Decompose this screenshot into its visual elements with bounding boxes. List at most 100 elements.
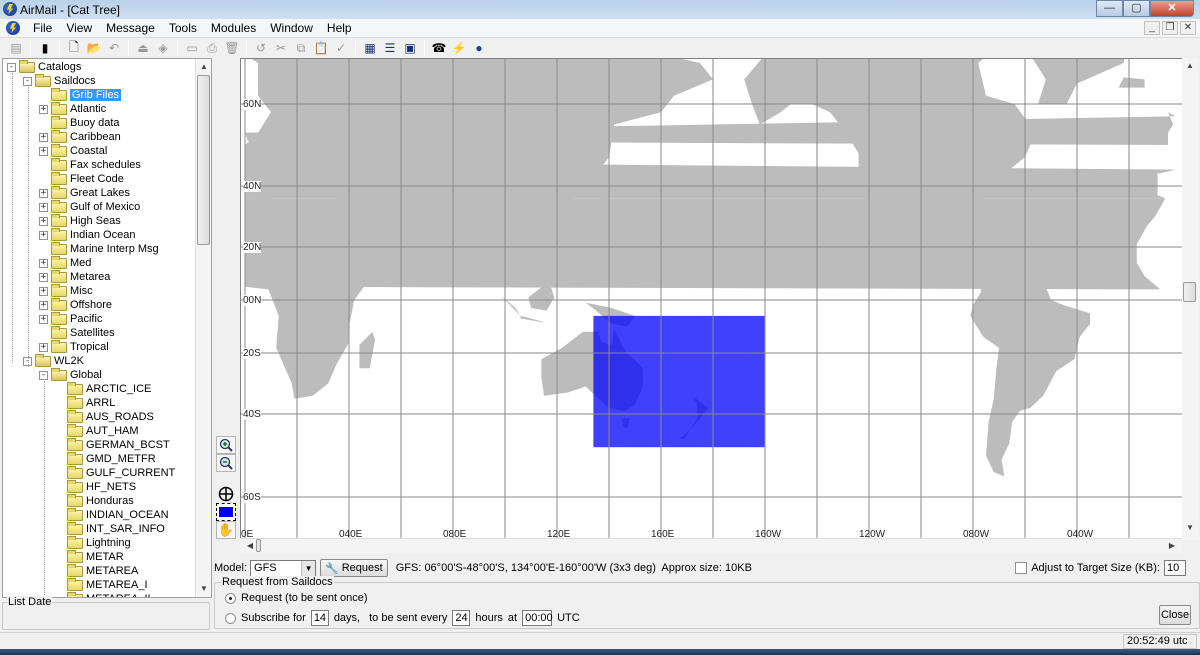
minimize-button[interactable]: — bbox=[1096, 0, 1123, 17]
zoom-out-icon[interactable] bbox=[216, 454, 236, 472]
tree-item[interactable]: + Metarea bbox=[39, 269, 110, 284]
adjust-target-size-checkbox[interactable] bbox=[1015, 562, 1028, 574]
map-scroll-right-icon[interactable]: ▶ bbox=[1164, 538, 1180, 554]
expand-icon[interactable]: + bbox=[39, 188, 48, 198]
map-hscroll-thumb[interactable] bbox=[256, 539, 261, 552]
tree-item[interactable]: + High Seas bbox=[39, 213, 121, 228]
every-hours-input[interactable]: 24 bbox=[452, 610, 471, 626]
tree-item[interactable]: Honduras bbox=[67, 493, 134, 508]
subscribe-radio[interactable] bbox=[225, 612, 236, 624]
expand-icon[interactable]: + bbox=[39, 258, 48, 268]
zoom-in-icon[interactable] bbox=[216, 436, 236, 454]
tree-item[interactable]: + Misc bbox=[39, 283, 93, 298]
tree-item[interactable]: + Gulf of Mexico bbox=[39, 199, 140, 214]
tree-item[interactable]: METAR bbox=[67, 549, 124, 564]
tree-item[interactable]: - Saildocs bbox=[23, 73, 96, 88]
scroll-up-arrow-icon[interactable]: ▲ bbox=[196, 59, 211, 75]
tree-item[interactable]: Buoy data bbox=[51, 115, 120, 130]
menu-view[interactable]: View bbox=[59, 19, 99, 37]
cut-icon[interactable]: ✂ bbox=[271, 39, 291, 57]
mdi-close-button[interactable]: ✕ bbox=[1180, 21, 1196, 35]
menu-help[interactable]: Help bbox=[320, 19, 359, 37]
expand-icon[interactable]: + bbox=[39, 202, 48, 212]
mdi-restore-button[interactable]: ❐ bbox=[1162, 21, 1178, 35]
paste-icon[interactable]: 📋 bbox=[311, 39, 331, 57]
open-folder-icon[interactable]: 📂 bbox=[84, 39, 104, 57]
tree-item[interactable]: + Offshore bbox=[39, 297, 112, 312]
tree-item[interactable]: INDIAN_OCEAN bbox=[67, 507, 169, 522]
tree-item[interactable]: GULF_CURRENT bbox=[67, 465, 175, 480]
tree-item[interactable]: AUT_HAM bbox=[67, 423, 139, 438]
menu-window[interactable]: Window bbox=[263, 19, 320, 37]
new-message-icon[interactable]: 🗋 bbox=[64, 39, 84, 57]
tree-item[interactable]: Satellites bbox=[51, 325, 115, 340]
stamp-icon[interactable]: ⏏ bbox=[133, 39, 153, 57]
at-time-input[interactable]: 00:00 bbox=[522, 610, 553, 626]
tree-item[interactable]: + Indian Ocean bbox=[39, 227, 135, 242]
list-icon[interactable]: ☰ bbox=[380, 39, 400, 57]
spellcheck-icon[interactable]: ✓ bbox=[331, 39, 351, 57]
map-canvas[interactable] bbox=[241, 59, 1182, 540]
collapse-icon[interactable]: - bbox=[39, 370, 48, 380]
tree-item[interactable]: + Great Lakes bbox=[39, 185, 130, 200]
expand-icon[interactable]: + bbox=[39, 104, 48, 114]
expand-icon[interactable]: + bbox=[39, 132, 48, 142]
collapse-icon[interactable]: - bbox=[23, 76, 32, 86]
tree-item[interactable]: - Catalogs bbox=[7, 59, 81, 74]
file-cabinet-icon[interactable]: ▭ bbox=[182, 39, 202, 57]
pan-hand-icon[interactable]: ✋ bbox=[216, 521, 236, 539]
expand-icon[interactable]: + bbox=[39, 286, 48, 296]
print-icon[interactable]: ⎙ bbox=[202, 39, 222, 57]
tree-item[interactable]: + Coastal bbox=[39, 143, 107, 158]
list-view-icon[interactable]: ▤ bbox=[6, 39, 26, 57]
system-menu-icon[interactable] bbox=[6, 21, 20, 35]
reply-icon[interactable]: ↶ bbox=[104, 39, 124, 57]
tree-item[interactable]: ARCTIC_ICE bbox=[67, 381, 151, 396]
grib-selection-area[interactable] bbox=[593, 315, 765, 448]
book-icon[interactable]: ▮ bbox=[35, 39, 55, 57]
tree-vertical-scrollbar[interactable]: ▲ ▼ bbox=[195, 59, 211, 597]
tree-item[interactable]: + Pacific bbox=[39, 311, 102, 326]
request-button[interactable]: 🔧 Request bbox=[320, 559, 388, 577]
menu-modules[interactable]: Modules bbox=[204, 19, 263, 37]
airmail-globe-icon[interactable]: ● bbox=[469, 39, 489, 57]
tree-item[interactable]: Fax schedules bbox=[51, 157, 141, 172]
tree-item[interactable]: Lightning bbox=[67, 535, 131, 550]
target-size-input[interactable]: 10 bbox=[1164, 560, 1186, 576]
tree-item[interactable]: METAREA bbox=[67, 563, 138, 578]
tree-item[interactable]: + Tropical bbox=[39, 339, 109, 354]
delete-icon[interactable]: 🗑 bbox=[222, 39, 242, 57]
request-once-radio[interactable] bbox=[225, 592, 236, 604]
copy-icon[interactable]: ⧉ bbox=[291, 39, 311, 57]
select-area-icon[interactable] bbox=[216, 503, 236, 521]
tree-item[interactable]: + Med bbox=[39, 255, 91, 270]
scroll-down-arrow-icon[interactable]: ▼ bbox=[196, 581, 211, 597]
tree-item[interactable]: GERMAN_BCST bbox=[67, 437, 170, 452]
tree-item[interactable]: Grib Files bbox=[51, 87, 122, 102]
modem-icon[interactable]: ☎ bbox=[429, 39, 449, 57]
tree-item[interactable]: + Atlantic bbox=[39, 101, 106, 116]
undo-icon[interactable]: ↺ bbox=[251, 39, 271, 57]
menu-message[interactable]: Message bbox=[99, 19, 162, 37]
window-icon[interactable]: ▣ bbox=[400, 39, 420, 57]
expand-icon[interactable]: + bbox=[39, 230, 48, 240]
tree-item[interactable]: METAREA_I bbox=[67, 577, 148, 592]
collapse-icon[interactable]: - bbox=[7, 62, 16, 72]
model-select[interactable]: GFS ▼ bbox=[250, 559, 317, 577]
map-view[interactable]: 60N 40N 20N 00N 20S 40S 60S 0E 040E 080E 120E 160E 1… bbox=[240, 58, 1182, 540]
tree-item[interactable]: HF_NETS bbox=[67, 479, 136, 494]
map-scroll-up-icon[interactable]: ▲ bbox=[1182, 58, 1198, 74]
dropdown-arrow-icon[interactable]: ▼ bbox=[301, 560, 316, 576]
maximize-button[interactable]: ▢ bbox=[1123, 0, 1150, 17]
tree-item[interactable]: Fleet Code bbox=[51, 171, 124, 186]
catalog-icon[interactable]: ▦ bbox=[360, 39, 380, 57]
map-horizontal-scrollbar[interactable]: ◀ ▶ bbox=[240, 538, 1182, 553]
close-window-button[interactable]: ✕ bbox=[1150, 0, 1194, 17]
tree-item[interactable]: ARRL bbox=[67, 395, 115, 410]
expand-icon[interactable]: + bbox=[39, 300, 48, 310]
close-button[interactable]: Close bbox=[1159, 605, 1191, 625]
tree-item[interactable]: - WL2K bbox=[23, 353, 84, 368]
tree-item[interactable]: INT_SAR_INFO bbox=[67, 521, 165, 536]
tree-item[interactable]: - Global bbox=[39, 367, 102, 382]
center-crosshair-icon[interactable] bbox=[216, 485, 236, 503]
